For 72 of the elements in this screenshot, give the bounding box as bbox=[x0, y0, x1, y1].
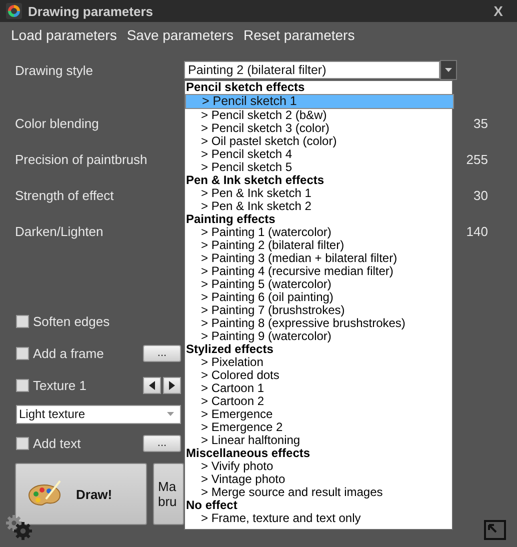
previous-button[interactable] bbox=[143, 376, 161, 394]
checkbox-label: Soften edges bbox=[33, 314, 111, 328]
group-header: Painting effects bbox=[185, 213, 276, 226]
checkbox[interactable] bbox=[16, 314, 29, 328]
group-header: Pen & Ink sketch effects bbox=[185, 174, 326, 187]
list-item[interactable]: > Pencil sketch 2 (b&w) bbox=[185, 109, 452, 122]
checkbox[interactable] bbox=[16, 346, 29, 360]
parameter-value: 35 bbox=[474, 116, 488, 130]
settings-icon[interactable] bbox=[5, 514, 33, 540]
left-arrow-icon bbox=[149, 380, 155, 390]
list-item[interactable]: > Painting 7 (brushstrokes) bbox=[185, 304, 452, 317]
more-button[interactable]: ... bbox=[143, 344, 181, 362]
group-header: No effect bbox=[185, 499, 238, 512]
right-arrow-icon bbox=[169, 380, 175, 390]
list-item[interactable]: > Painting 6 (oil painting) bbox=[185, 291, 452, 304]
window-title: Drawing parameters bbox=[28, 4, 154, 18]
parameter-label: Darken/Lighten bbox=[15, 224, 104, 238]
list-item[interactable]: > Emergence 2 bbox=[185, 421, 452, 434]
parameter-value: 30 bbox=[474, 188, 488, 202]
close-button[interactable]: X bbox=[494, 3, 503, 19]
list-item[interactable]: > Painting 9 (watercolor) bbox=[185, 330, 452, 343]
menu-item[interactable]: Load parameters bbox=[11, 27, 117, 45]
more-button[interactable]: ... bbox=[143, 434, 181, 452]
app-icon bbox=[6, 3, 22, 19]
expand-icon[interactable] bbox=[484, 520, 506, 540]
action-button[interactable]: Ma bru bbox=[153, 463, 184, 525]
group-header: Stylized effects bbox=[185, 343, 274, 356]
list-item[interactable]: > Pencil sketch 5 bbox=[185, 161, 452, 174]
list-item[interactable]: > Linear halftoning bbox=[185, 434, 452, 447]
list-item[interactable]: > Pen & Ink sketch 1 bbox=[185, 187, 452, 200]
texture-select[interactable]: Light texture bbox=[16, 404, 181, 424]
list-item[interactable]: > Pencil sketch 3 (color) bbox=[185, 122, 452, 135]
menu-item[interactable]: Save parameters bbox=[126, 27, 234, 45]
checkbox-label: Add a frame bbox=[33, 346, 105, 360]
list-item[interactable]: > Pencil sketch 4 bbox=[185, 148, 452, 161]
parameter-label: Precision of paintbrush bbox=[15, 152, 148, 166]
parameter-value: 140 bbox=[466, 224, 488, 238]
group-header: Pencil sketch effects bbox=[185, 81, 306, 94]
style-select[interactable]: Painting 2 (bilateral filter) bbox=[184, 61, 440, 79]
list-item[interactable]: > Pen & Ink sketch 2 bbox=[185, 200, 452, 213]
list-item[interactable]: > Painting 2 (bilateral filter) bbox=[185, 239, 452, 252]
list-item[interactable]: > Oil pastel sketch (color) bbox=[185, 135, 452, 148]
field-label: Drawing style bbox=[15, 62, 94, 78]
checkbox-label: Add text bbox=[33, 436, 82, 450]
draw-button[interactable]: Draw! bbox=[15, 463, 147, 525]
list-item[interactable]: > Painting 8 (expressive brushstrokes) bbox=[185, 317, 452, 330]
list-item[interactable]: > Frame, texture and text only bbox=[185, 512, 452, 525]
list-item[interactable]: > Painting 5 (watercolor) bbox=[185, 278, 452, 291]
group-header: Miscellaneous effects bbox=[185, 447, 312, 460]
list-item[interactable]: > Merge source and result images bbox=[185, 486, 452, 499]
list-item[interactable]: > Painting 1 (watercolor) bbox=[185, 226, 452, 239]
next-button[interactable] bbox=[163, 376, 181, 394]
parameter-label: Strength of effect bbox=[15, 188, 114, 202]
caret-icon bbox=[445, 68, 452, 72]
checkbox-label: Texture 1 bbox=[33, 378, 88, 392]
list-item[interactable]: > Pencil sketch 1 bbox=[185, 94, 454, 109]
dropdown-button[interactable] bbox=[440, 60, 457, 80]
list-item[interactable]: > Pixelation bbox=[185, 356, 452, 369]
parameter-value: 255 bbox=[466, 152, 488, 166]
menu-item[interactable]: Reset parameters bbox=[243, 27, 355, 45]
list-item[interactable]: > Vintage photo bbox=[185, 473, 452, 486]
caret-icon bbox=[167, 412, 174, 416]
list-item[interactable]: > Vivify photo bbox=[185, 460, 452, 473]
list-item[interactable]: > Painting 4 (recursive median filter) bbox=[185, 265, 452, 278]
list-item[interactable]: > Painting 3 (median + bilateral filter) bbox=[185, 252, 452, 265]
list-item[interactable]: > Cartoon 1 bbox=[185, 382, 452, 395]
list-item[interactable]: > Cartoon 2 bbox=[185, 395, 452, 408]
parameter-label: Color blending bbox=[15, 116, 99, 130]
checkbox[interactable] bbox=[16, 436, 29, 450]
list-item[interactable]: > Colored dots bbox=[185, 369, 452, 382]
list-item[interactable]: > Emergence bbox=[185, 408, 452, 421]
checkbox[interactable] bbox=[16, 378, 29, 392]
